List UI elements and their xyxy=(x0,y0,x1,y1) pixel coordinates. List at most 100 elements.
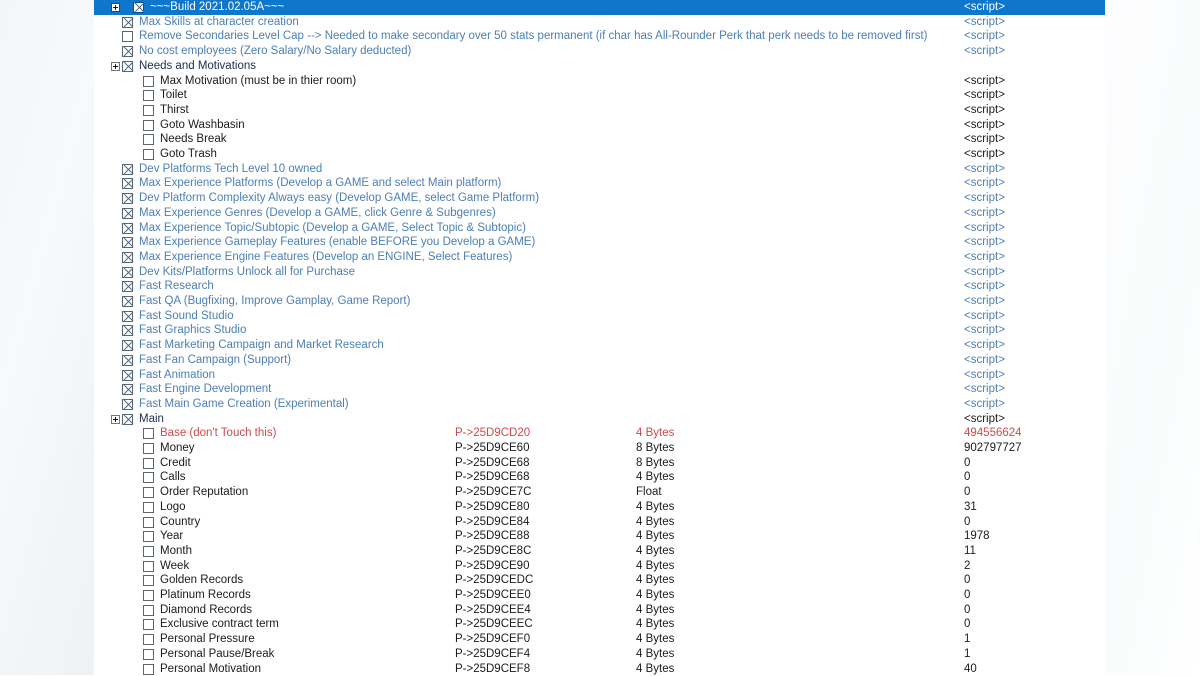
checkbox-checked-icon[interactable] xyxy=(122,208,133,219)
table-row[interactable]: Main<script> xyxy=(94,412,1105,427)
table-row[interactable]: Fast QA (Bugfixing, Improve Gamplay, Gam… xyxy=(94,294,1105,309)
checkbox-unchecked-icon[interactable] xyxy=(143,428,154,439)
table-row[interactable]: Max Experience Topic/Subtopic (Develop a… xyxy=(94,221,1105,236)
checkbox-unchecked-icon[interactable] xyxy=(143,487,154,498)
checkbox-checked-icon[interactable] xyxy=(133,2,144,13)
checkbox-checked-icon[interactable] xyxy=(122,414,133,425)
checkbox-unchecked-icon[interactable] xyxy=(143,443,154,454)
checkbox-unchecked-icon[interactable] xyxy=(143,590,154,601)
checkbox-unchecked-icon[interactable] xyxy=(143,472,154,483)
table-row[interactable]: No cost employees (Zero Salary/No Salary… xyxy=(94,44,1105,59)
checkbox-unchecked-icon[interactable] xyxy=(143,517,154,528)
checkbox-checked-icon[interactable] xyxy=(122,399,133,410)
checkbox-checked-icon[interactable] xyxy=(122,61,133,72)
table-row[interactable]: Personal PressureP->25D9CEF04 Bytes1 xyxy=(94,632,1105,647)
checkbox-checked-icon[interactable] xyxy=(122,325,133,336)
checkbox-unchecked-icon[interactable] xyxy=(143,458,154,469)
row-value[interactable]: 2 xyxy=(964,559,970,574)
checkbox-checked-icon[interactable] xyxy=(122,355,133,366)
checkbox-unchecked-icon[interactable] xyxy=(143,90,154,101)
table-row[interactable]: Order ReputationP->25D9CE7CFloat0 xyxy=(94,485,1105,500)
checkbox-checked-icon[interactable] xyxy=(122,17,133,28)
table-row[interactable]: YearP->25D9CE884 Bytes1978 xyxy=(94,529,1105,544)
table-row[interactable]: Max Experience Gameplay Features (enable… xyxy=(94,235,1105,250)
checkbox-checked-icon[interactable] xyxy=(122,296,133,307)
table-row[interactable]: Fast Animation<script> xyxy=(94,368,1105,383)
checkbox-checked-icon[interactable] xyxy=(122,237,133,248)
table-row[interactable]: WeekP->25D9CE904 Bytes2 xyxy=(94,559,1105,574)
row-value[interactable]: 0 xyxy=(964,485,970,500)
table-row[interactable]: Max Skills at character creation<script> xyxy=(94,15,1105,30)
table-row[interactable]: Personal Pause/BreakP->25D9CEF44 Bytes1 xyxy=(94,647,1105,662)
table-row[interactable]: ~~~Build 2021.02.05A~~~<script> xyxy=(94,0,1105,15)
table-row[interactable]: Fast Engine Development<script> xyxy=(94,382,1105,397)
table-row[interactable]: Fast Main Game Creation (Experimental)<s… xyxy=(94,397,1105,412)
checkbox-checked-icon[interactable] xyxy=(122,46,133,57)
checkbox-checked-icon[interactable] xyxy=(122,370,133,381)
checkbox-unchecked-icon[interactable] xyxy=(143,575,154,586)
table-row[interactable]: Golden RecordsP->25D9CEDC4 Bytes0 xyxy=(94,573,1105,588)
checkbox-checked-icon[interactable] xyxy=(122,267,133,278)
checkbox-checked-icon[interactable] xyxy=(122,311,133,322)
checkbox-unchecked-icon[interactable] xyxy=(143,105,154,116)
checkbox-unchecked-icon[interactable] xyxy=(143,649,154,660)
table-row[interactable]: Max Experience Genres (Develop a GAME, c… xyxy=(94,206,1105,221)
checkbox-checked-icon[interactable] xyxy=(122,164,133,175)
row-value[interactable]: 0 xyxy=(964,456,970,471)
cheat-table-list[interactable]: ~~~Build 2021.02.05A~~~<script>Max Skill… xyxy=(94,0,1105,675)
checkbox-unchecked-icon[interactable] xyxy=(143,531,154,542)
expand-collapse-icon[interactable] xyxy=(111,415,120,424)
table-row[interactable]: CountryP->25D9CE844 Bytes0 xyxy=(94,515,1105,530)
table-row[interactable]: Platinum RecordsP->25D9CEE04 Bytes0 xyxy=(94,588,1105,603)
checkbox-unchecked-icon[interactable] xyxy=(122,31,133,42)
table-row[interactable]: LogoP->25D9CE804 Bytes31 xyxy=(94,500,1105,515)
table-row[interactable]: Needs and Motivations xyxy=(94,59,1105,74)
row-value[interactable]: 0 xyxy=(964,573,970,588)
row-value[interactable]: 0 xyxy=(964,588,970,603)
table-row[interactable]: Max Motivation (must be in thier room)<s… xyxy=(94,74,1105,89)
table-row[interactable]: CallsP->25D9CE684 Bytes0 xyxy=(94,470,1105,485)
table-row[interactable]: Thirst<script> xyxy=(94,103,1105,118)
row-value[interactable]: 902797727 xyxy=(964,441,1022,456)
row-value[interactable]: 0 xyxy=(964,603,970,618)
table-row[interactable]: Personal MotivationP->25D9CEF84 Bytes40 xyxy=(94,662,1105,676)
row-value[interactable]: 1978 xyxy=(964,529,990,544)
checkbox-checked-icon[interactable] xyxy=(122,252,133,263)
table-row[interactable]: Dev Platform Complexity Always easy (Dev… xyxy=(94,191,1105,206)
table-row[interactable]: Fast Sound Studio<script> xyxy=(94,309,1105,324)
checkbox-checked-icon[interactable] xyxy=(122,281,133,292)
table-row[interactable]: Remove Secondaries Level Cap --> Needed … xyxy=(94,29,1105,44)
table-row[interactable]: Diamond RecordsP->25D9CEE44 Bytes0 xyxy=(94,603,1105,618)
expand-collapse-icon[interactable] xyxy=(111,3,120,12)
table-row[interactable]: Goto Washbasin<script> xyxy=(94,118,1105,133)
checkbox-checked-icon[interactable] xyxy=(122,384,133,395)
table-row[interactable]: Dev Kits/Platforms Unlock all for Purcha… xyxy=(94,265,1105,280)
table-row[interactable]: Needs Break<script> xyxy=(94,132,1105,147)
row-value[interactable]: 494556624 xyxy=(964,426,1022,441)
row-value[interactable]: 31 xyxy=(964,500,977,515)
checkbox-unchecked-icon[interactable] xyxy=(143,634,154,645)
expand-collapse-icon[interactable] xyxy=(111,62,120,71)
table-row[interactable]: Dev Platforms Tech Level 10 owned<script… xyxy=(94,162,1105,177)
table-row[interactable]: Max Experience Platforms (Develop a GAME… xyxy=(94,176,1105,191)
checkbox-unchecked-icon[interactable] xyxy=(143,605,154,616)
checkbox-unchecked-icon[interactable] xyxy=(143,619,154,630)
table-row[interactable]: Goto Trash<script> xyxy=(94,147,1105,162)
row-value[interactable]: 0 xyxy=(964,515,970,530)
checkbox-checked-icon[interactable] xyxy=(122,193,133,204)
checkbox-unchecked-icon[interactable] xyxy=(143,120,154,131)
row-value[interactable]: 1 xyxy=(964,632,970,647)
table-row[interactable]: Toilet<script> xyxy=(94,88,1105,103)
table-row[interactable]: CreditP->25D9CE688 Bytes0 xyxy=(94,456,1105,471)
checkbox-unchecked-icon[interactable] xyxy=(143,664,154,675)
table-row[interactable]: Fast Graphics Studio<script> xyxy=(94,323,1105,338)
checkbox-unchecked-icon[interactable] xyxy=(143,546,154,557)
table-row[interactable]: Fast Research<script> xyxy=(94,279,1105,294)
row-value[interactable]: 11 xyxy=(964,544,976,559)
table-row[interactable]: Fast Marketing Campaign and Market Resea… xyxy=(94,338,1105,353)
checkbox-unchecked-icon[interactable] xyxy=(143,149,154,160)
checkbox-unchecked-icon[interactable] xyxy=(143,134,154,145)
table-row[interactable]: MoneyP->25D9CE608 Bytes902797727 xyxy=(94,441,1105,456)
checkbox-unchecked-icon[interactable] xyxy=(143,561,154,572)
checkbox-checked-icon[interactable] xyxy=(122,178,133,189)
